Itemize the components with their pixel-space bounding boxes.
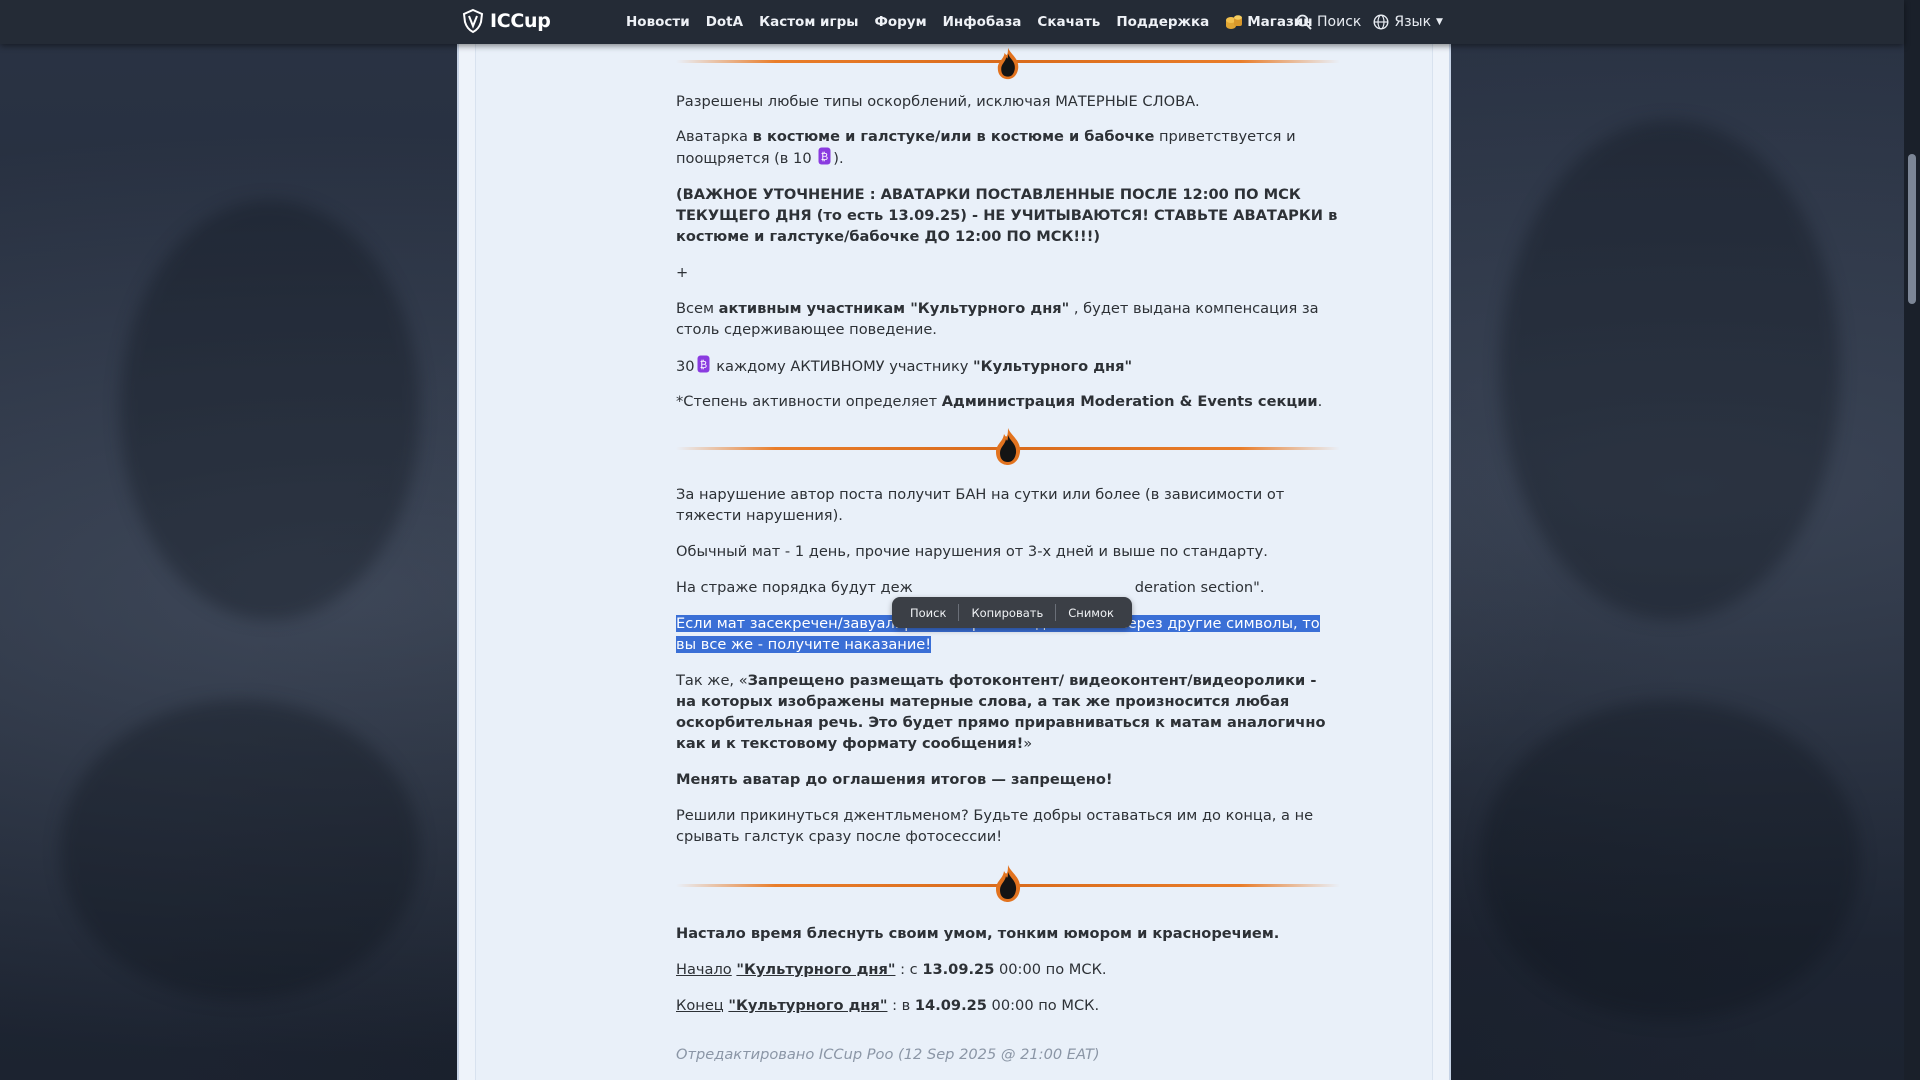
site-logo[interactable]: ICCup	[460, 8, 551, 34]
nav-news[interactable]: Новости	[626, 14, 690, 30]
edited-note: Отредактировано ICCup Poo (12 Sep 2025 @…	[676, 1046, 1100, 1063]
page-scrollbar[interactable]	[1904, 0, 1920, 1080]
penalty-rule: Обычный мат - 1 день, прочие нарушения о…	[676, 543, 1268, 560]
popup-copy-button[interactable]: Копировать	[959, 606, 1055, 620]
top-navigation-bar: ICCup Новости DotA Кастом игры Форум Инф…	[0, 0, 1904, 44]
search-icon	[1296, 14, 1312, 30]
nav-dota[interactable]: DotA	[706, 14, 743, 30]
nav-infobase[interactable]: Инфобаза	[943, 14, 1022, 30]
nav-support[interactable]: Поддержка	[1116, 14, 1209, 30]
svg-text:₿: ₿	[821, 151, 828, 163]
separator-top	[676, 44, 1340, 80]
media-rule: Так же, «Запрещено размещать фотоконтент…	[676, 672, 1326, 752]
flame-divider-icon	[996, 428, 1021, 465]
svg-text:₿: ₿	[699, 359, 706, 371]
nav-custom-games[interactable]: Кастом игры	[759, 14, 858, 30]
flame-divider-icon	[997, 47, 1019, 80]
call-to-action: Настало время блеснуть своим умом, тонки…	[676, 925, 1280, 942]
coins-icon	[1226, 15, 1243, 29]
ban-rule: За нарушение автор поста получит БАН на …	[676, 486, 1285, 524]
popup-search-button[interactable]: Поиск	[898, 606, 958, 620]
header-tools: Поиск Язык ▼	[1296, 0, 1443, 44]
search-label: Поиск	[1317, 14, 1362, 30]
language-label: Язык	[1394, 14, 1432, 30]
currency-gem-icon: ₿	[818, 147, 831, 165]
main-menu: Новости DotA Кастом игры Форум Инфобаза …	[626, 0, 1329, 44]
event-end: Конец "Культурного дня" : в 14.09.25 00:…	[676, 997, 1100, 1014]
plus-sign: +	[676, 264, 689, 281]
scrollbar-thumb[interactable]	[1908, 154, 1916, 304]
popup-snapshot-button[interactable]: Снимок	[1056, 606, 1126, 620]
compensation-note: Всем активным участникам "Культурного дн…	[676, 300, 1319, 338]
important-note: (ВАЖНОЕ УТОЧНЕНИЕ : АВАТАРКИ ПОСТАВЛЕННЫ…	[676, 186, 1338, 245]
avatar-change-rule: Менять аватар до оглашения итогов — запр…	[676, 771, 1113, 788]
gentleman-note: Решили прикинуться джентльменом? Будьте …	[676, 807, 1314, 845]
chevron-down-icon: ▼	[1436, 17, 1443, 27]
search-button[interactable]: Поиск	[1296, 14, 1361, 30]
event-link[interactable]: "Культурного дня"	[736, 961, 895, 978]
language-selector[interactable]: Язык ▼	[1373, 14, 1443, 30]
separator-1	[676, 416, 1340, 480]
selection-context-popup: Поиск Копировать Снимок	[892, 597, 1132, 628]
rule-insults: Разрешены любые типы оскорблений, исключ…	[676, 93, 1200, 110]
logo-text: ICCup	[490, 10, 551, 32]
shield-logo-icon	[462, 8, 484, 34]
event-link[interactable]: "Культурного дня"	[728, 997, 887, 1014]
event-start: Начало "Культурного дня" : с 13.09.25 00…	[676, 961, 1107, 978]
nav-download[interactable]: Скачать	[1037, 14, 1100, 30]
nav-forum[interactable]: Форум	[874, 14, 926, 30]
flame-divider-icon	[996, 865, 1021, 902]
reward-amount: 30 ₿ каждому АКТИВНОМУ участнику "Культу…	[676, 355, 1340, 377]
separator-2	[676, 853, 1340, 917]
moderators-note: На страже порядка будут деж deration sect…	[676, 579, 1265, 596]
post-content: Разрешены любые типы оскорблений, исключ…	[676, 44, 1340, 1065]
rule-avatar: Аватарка в костюме и галстуке/или в кост…	[676, 128, 1296, 167]
globe-icon	[1373, 14, 1389, 30]
activity-note: *Степень активности определяет Администр…	[676, 393, 1323, 410]
currency-gem-icon: ₿	[697, 355, 710, 373]
